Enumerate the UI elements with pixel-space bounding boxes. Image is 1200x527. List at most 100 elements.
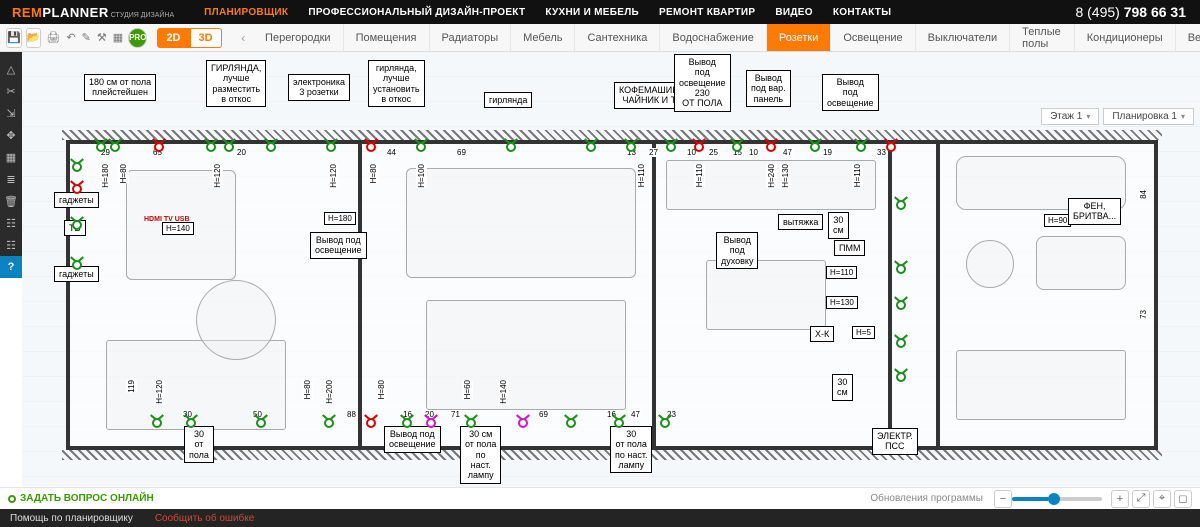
socket-icon [856, 142, 866, 152]
pro-badge[interactable]: PRO [128, 28, 147, 48]
plan-tab[interactable]: Кондиционеры [1075, 24, 1176, 51]
annotation-label: Вывод под освещение 230 ОТ ПОЛА [674, 54, 731, 112]
zoom-knob[interactable] [1048, 493, 1060, 505]
undo-icon[interactable]: ↶ [65, 28, 76, 48]
annotation-label: ЭЛЕКТР. ПСС [872, 428, 918, 455]
dimension: 44 [386, 148, 397, 157]
dimension: 19 [822, 148, 833, 157]
topnav-item[interactable]: ПЛАНИРОВЩИК [204, 7, 288, 18]
zoom-in-button[interactable]: + [1111, 490, 1129, 508]
help-button[interactable]: ? [0, 256, 22, 278]
lt-grid-icon[interactable]: ▦ [0, 146, 22, 168]
socket-icon [256, 418, 266, 428]
footer-error-link[interactable]: Сообщить об ошибке [155, 513, 254, 524]
view-2d-button[interactable]: 2D [157, 28, 189, 48]
dimension: H=80 [118, 164, 129, 183]
socket-icon [72, 162, 82, 172]
layout-dropdown[interactable]: Планировка 1 [1103, 108, 1194, 125]
dimension: H=120 [328, 164, 339, 188]
wall-divider [652, 140, 656, 450]
plan-tab[interactable]: Радиаторы [430, 24, 512, 51]
lt-trash-icon[interactable]: 🗑 [0, 190, 22, 212]
socket-icon [660, 418, 670, 428]
topnav-item[interactable]: ВИДЕО [775, 7, 812, 18]
socket-icon [186, 418, 196, 428]
dimension: 20 [236, 148, 247, 157]
table [706, 260, 826, 330]
tool3-icon[interactable]: ▦ [112, 28, 124, 48]
plan-tab[interactable]: Сантехника [575, 24, 660, 51]
floor-plan[interactable]: HDMI TV USB 180 см от пола плейстейшенГИ… [66, 140, 1158, 450]
plan-tab[interactable]: Освещение [831, 24, 915, 51]
dimension: H=110 [636, 164, 647, 187]
bed [426, 300, 626, 410]
wall-divider [358, 140, 362, 450]
lt-scissors-icon[interactable]: ✂ [0, 80, 22, 102]
socket-icon [896, 300, 906, 310]
zoom-slider[interactable] [1012, 497, 1102, 501]
plan-tab[interactable]: Выключатели [916, 24, 1010, 51]
dimension: H=200 [324, 380, 335, 404]
canvas[interactable]: Этаж 1 Планировка 1 HDMI TV USB 180 см о… [22, 52, 1200, 487]
hatch-top [62, 130, 1162, 140]
plan-tab[interactable]: Помещения [344, 24, 430, 51]
lt-triangle-icon[interactable]: △ [0, 58, 22, 80]
view-3d-button[interactable]: 3D [190, 28, 222, 48]
socket-icon [506, 142, 516, 152]
zoom-1to1-button[interactable]: ◻ [1174, 490, 1192, 508]
lt-calendar2-icon[interactable]: ☷ [0, 234, 22, 256]
socket-icon [886, 142, 896, 152]
dimension: H=120 [154, 380, 165, 404]
print-icon[interactable]: 🖨 [45, 28, 61, 48]
plan-tab[interactable]: Перегородки [253, 24, 344, 51]
dimension: 119 [126, 380, 137, 393]
socket-icon [896, 200, 906, 210]
tool1-icon[interactable]: ✎ [81, 28, 92, 48]
lt-move-icon[interactable]: ✥ [0, 124, 22, 146]
zoom-center-button[interactable]: ⌖ [1153, 490, 1171, 508]
plan-tab[interactable]: Розетки [767, 24, 832, 51]
topnav-item[interactable]: ПРОФЕССИОНАЛЬНЫЙ ДИЗАЙН-ПРОЕКТ [308, 7, 525, 18]
tabs-scroll-left[interactable]: ‹ [234, 24, 253, 51]
ask-online-button[interactable]: ЗАДАТЬ ВОПРОС ОНЛАЙН [8, 493, 154, 504]
socket-icon [626, 142, 636, 152]
lt-ruler-icon[interactable]: ⇲ [0, 102, 22, 124]
phone: 8 (495) 798 66 31 [1075, 4, 1200, 20]
open-icon[interactable]: 📂 [26, 28, 42, 48]
annotation-label: 30 от пола по наст. лампу [610, 426, 652, 473]
zoom-out-button[interactable]: − [994, 490, 1012, 508]
plan-tab[interactable]: Водоснабжение [660, 24, 766, 51]
topnav-item[interactable]: КУХНИ И МЕБЕЛЬ [545, 7, 639, 18]
socket-icon [110, 142, 120, 152]
updates-link[interactable]: Обновления программы [870, 493, 983, 504]
annotation-label: 180 см от пола плейстейшен [84, 74, 156, 101]
socket-icon [96, 142, 106, 152]
socket-icon [366, 418, 376, 428]
plan-tab[interactable]: Мебель [511, 24, 575, 51]
plan-tab[interactable]: Теплые полы [1010, 24, 1075, 51]
socket-icon [154, 142, 164, 152]
bottom-bar: ЗАДАТЬ ВОПРОС ОНЛАЙН Обновления программ… [0, 487, 1200, 509]
zoom-fit-button[interactable]: ⤢ [1132, 490, 1150, 508]
lt-calendar-icon[interactable]: ☷ [0, 212, 22, 234]
footer-help-link[interactable]: Помощь по планировщику [10, 513, 133, 524]
socket-icon [324, 418, 334, 428]
brand-logo[interactable]: REMPLANNER СТУДИЯ ДИЗАЙНА [0, 5, 186, 20]
dimension: 47 [782, 148, 793, 157]
annotation-label: ГИРЛЯНДА, лучше разместить в откос [206, 60, 266, 107]
socket-icon [694, 142, 704, 152]
plan-tab[interactable]: Вентиляция [1176, 24, 1200, 51]
save-icon[interactable]: 💾 [6, 28, 22, 48]
topnav-item[interactable]: КОНТАКТЫ [833, 7, 891, 18]
dimension: H=110 [694, 164, 705, 187]
dimension: 84 [1138, 190, 1149, 199]
brand-planner: PLANNER [42, 5, 108, 20]
phone-number: 798 66 31 [1124, 4, 1186, 20]
topnav-item[interactable]: РЕМОНТ КВАРТИР [659, 7, 755, 18]
annotation-label: ФЕН, БРИТВА... [1068, 198, 1121, 225]
dimension: H=120 [212, 164, 223, 188]
tool2-icon[interactable]: ⚒ [96, 28, 108, 48]
lt-layers-icon[interactable]: ≣ [0, 168, 22, 190]
floor-dropdown[interactable]: Этаж 1 [1041, 108, 1099, 125]
wall-divider [888, 140, 892, 450]
